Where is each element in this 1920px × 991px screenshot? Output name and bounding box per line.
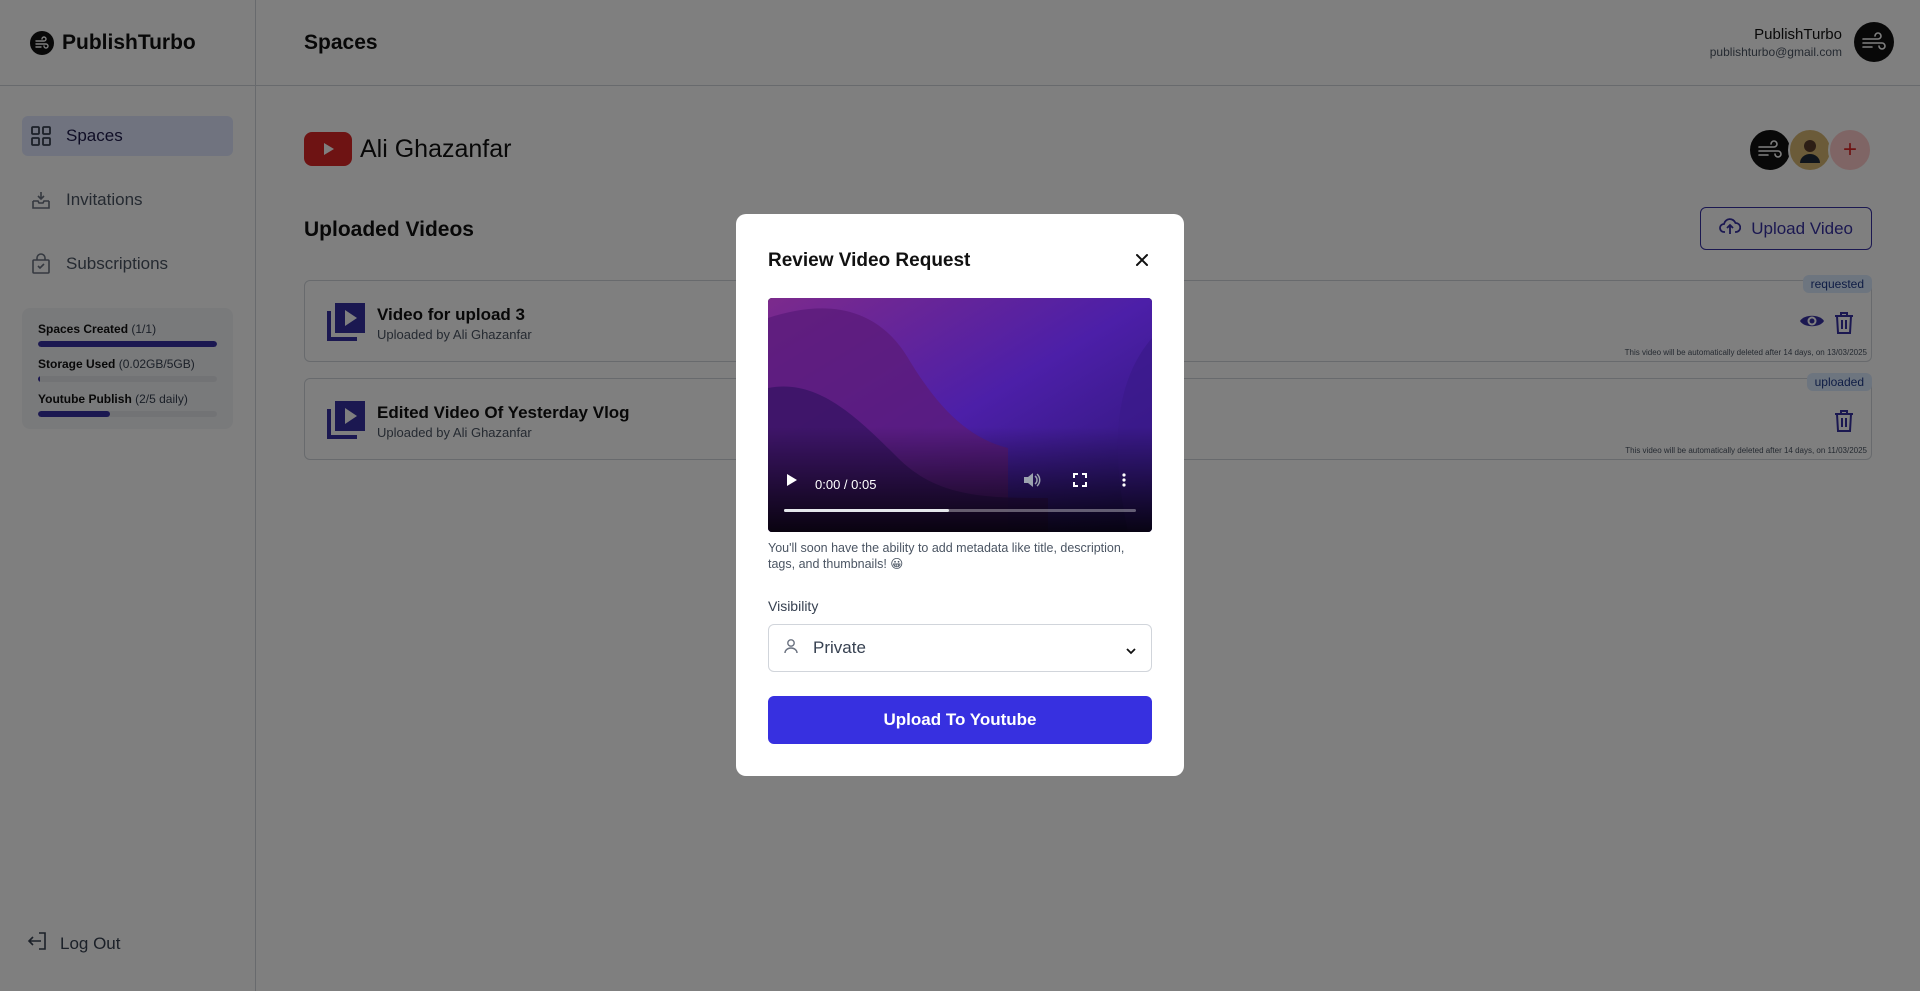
video-controls: 0:00 / 0:05 (768, 462, 1152, 532)
close-icon[interactable] (1134, 252, 1150, 268)
chevron-down-icon (1125, 643, 1137, 661)
video-progress-track[interactable] (784, 509, 1136, 512)
visibility-select[interactable]: Private (768, 624, 1152, 672)
upload-to-youtube-button[interactable]: Upload To Youtube (768, 696, 1152, 744)
volume-muted-icon[interactable] (1023, 472, 1041, 493)
video-player[interactable]: 0:00 / 0:05 (768, 298, 1152, 532)
modal-title: Review Video Request (768, 250, 971, 271)
play-icon[interactable] (786, 473, 798, 492)
fullscreen-icon[interactable] (1073, 473, 1087, 492)
review-video-modal: Review Video Request 0:00 / 0:05 You'll … (736, 214, 1184, 776)
video-time: 0:00 / 0:05 (815, 477, 877, 492)
visibility-value: Private (813, 638, 866, 657)
video-progress-fill (784, 509, 950, 512)
visibility-label: Visibility (768, 598, 819, 614)
metadata-note: You'll soon have the ability to add meta… (768, 541, 1125, 571)
user-icon (783, 638, 799, 659)
more-options-icon[interactable] (1122, 473, 1126, 492)
